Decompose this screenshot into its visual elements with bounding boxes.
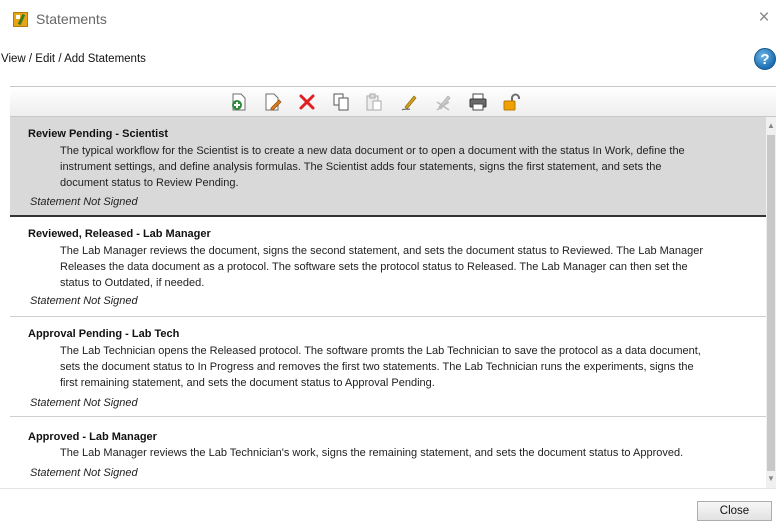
statement-line: The Lab Manager reviews the Lab Technici… (60, 447, 684, 459)
statement-line: The Lab Manager reviews the document, si… (60, 245, 704, 257)
signature-status: Statement Not Signed (30, 397, 138, 409)
statement-line: Releases the data document as a protocol… (60, 261, 688, 273)
statement-text: The Lab Manager reviews the document, si… (60, 243, 750, 291)
sign-icon[interactable] (400, 92, 420, 112)
statement-item[interactable]: Review Pending - Scientist The typical w… (10, 117, 766, 217)
statement-title: Approval Pending - Lab Tech (28, 328, 180, 340)
paste-icon[interactable] (364, 92, 384, 112)
statement-text: The typical workflow for the Scientist i… (60, 143, 750, 191)
vertical-scrollbar[interactable]: ▲ ▼ (766, 117, 776, 488)
help-icon[interactable]: ? (754, 48, 776, 70)
statement-line: sets the document status to In Progress … (60, 361, 694, 373)
statement-line: document status to Review Pending. (60, 177, 239, 189)
signature-status: Statement Not Signed (30, 196, 138, 208)
title-bar: Statements × (0, 0, 776, 40)
print-icon[interactable] (468, 92, 488, 112)
unsign-icon[interactable] (434, 92, 454, 112)
statement-line: instrument settings, and define analysis… (60, 161, 662, 173)
signature-status: Statement Not Signed (30, 467, 138, 479)
statement-line: The Lab Technician opens the Released pr… (60, 345, 701, 357)
statement-toolbar (10, 86, 776, 117)
statement-line: status to Outdated, if needed. (60, 277, 205, 289)
statement-title: Reviewed, Released - Lab Manager (28, 228, 211, 240)
statement-line: first remaining statement, and sets the … (60, 377, 435, 389)
statement-title: Review Pending - Scientist (28, 128, 168, 140)
dialog-footer: Close (0, 488, 776, 523)
scroll-thumb[interactable] (767, 135, 775, 471)
statement-item[interactable]: Approved - Lab Manager The Lab Manager r… (10, 417, 766, 488)
statement-text: The Lab Technician opens the Released pr… (60, 343, 750, 391)
statement-item[interactable]: Reviewed, Released - Lab Manager The Lab… (10, 217, 766, 317)
statement-text: The Lab Manager reviews the Lab Technici… (60, 445, 750, 461)
dialog-subtitle: View / Edit / Add Statements (1, 53, 146, 65)
signature-status: Statement Not Signed (30, 295, 138, 307)
statements-dialog: Statements × View / Edit / Add Statement… (0, 0, 776, 523)
statement-line: The typical workflow for the Scientist i… (60, 145, 685, 157)
close-icon[interactable]: × (754, 6, 774, 30)
close-button[interactable]: Close (697, 501, 772, 521)
unlock-icon[interactable] (502, 92, 522, 112)
app-icon (13, 12, 28, 27)
delete-statement-icon[interactable] (297, 92, 317, 112)
scroll-down-icon[interactable]: ▼ (766, 472, 776, 486)
statement-list: Review Pending - Scientist The typical w… (10, 117, 766, 488)
statement-item[interactable]: Approval Pending - Lab Tech The Lab Tech… (10, 317, 766, 417)
scroll-up-icon[interactable]: ▲ (766, 119, 776, 133)
copy-icon[interactable] (331, 92, 351, 112)
statement-title: Approved - Lab Manager (28, 431, 157, 443)
window-title: Statements (36, 11, 107, 27)
add-statement-icon[interactable] (229, 92, 249, 112)
edit-statement-icon[interactable] (263, 92, 283, 112)
